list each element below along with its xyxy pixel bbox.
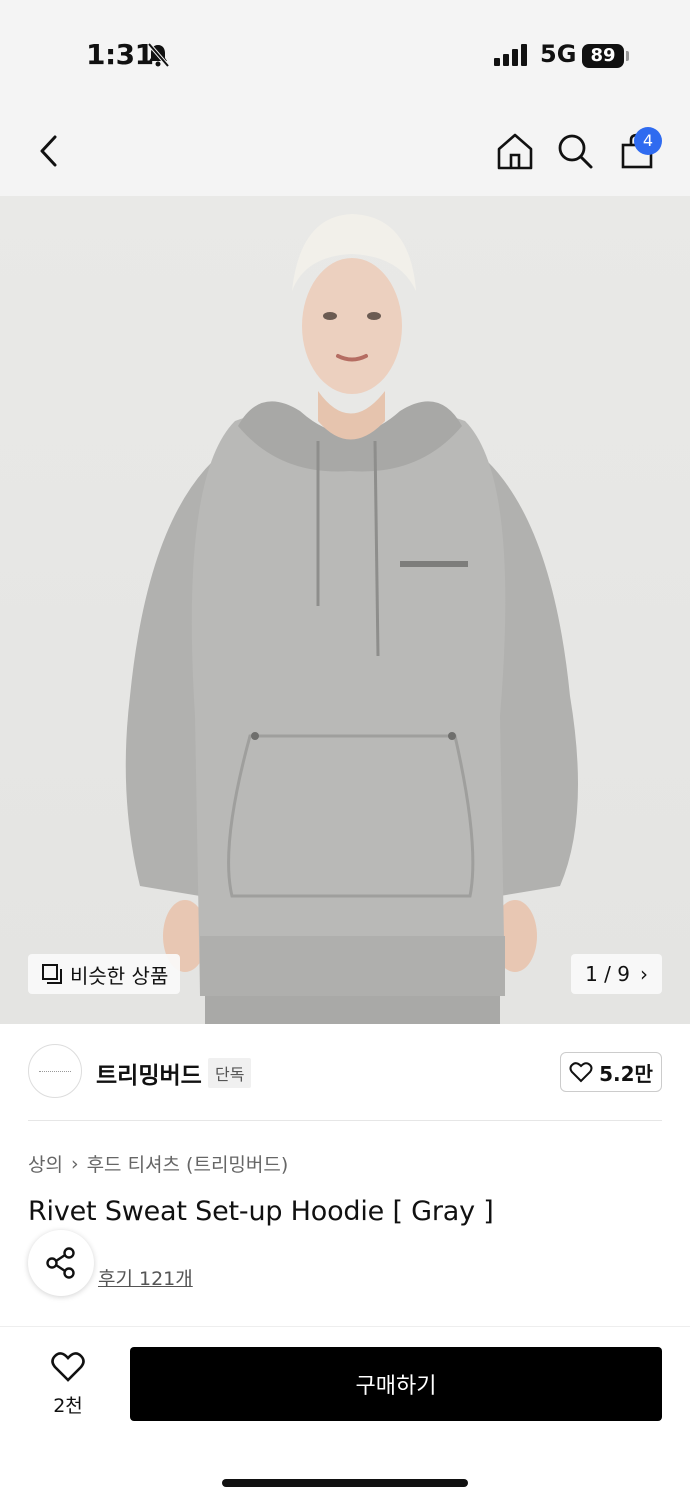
battery-tip <box>626 51 629 61</box>
search-icon <box>558 134 593 169</box>
image-counter[interactable]: 1 / 9 › <box>571 954 662 994</box>
brand-like-count: 5.2만 <box>599 1061 653 1086</box>
divider <box>28 1120 662 1121</box>
search-button[interactable] <box>552 128 598 174</box>
battery-indicator: 89 <box>582 44 624 68</box>
status-bar: 1:31 5G 89 <box>0 0 690 110</box>
share-button[interactable] <box>28 1230 94 1296</box>
exclusive-badge: 단독 <box>208 1058 252 1088</box>
similar-items-icon <box>42 964 62 984</box>
back-button[interactable] <box>26 128 72 174</box>
chevron-left-icon <box>40 135 57 167</box>
bottom-purchase-bar: 2천 구매하기 <box>0 1326 690 1500</box>
network-type: 5G <box>540 40 577 68</box>
product-title: Rivet Sweat Set-up Hoodie [ Gray ] <box>28 1196 494 1227</box>
chevron-right-icon: › <box>70 1152 79 1175</box>
wishlist-count: 2천 <box>53 1395 83 1417</box>
similar-products-label: 비슷한 상품 <box>70 963 169 988</box>
product-image-gallery[interactable]: 비슷한 상품 1 / 9 › <box>0 196 690 1024</box>
wishlist-button[interactable]: 2천 <box>36 1351 100 1418</box>
breadcrumb: 상의 › 후드 티셔츠 (트리밍버드) <box>28 1150 288 1177</box>
signal-icon <box>494 44 527 66</box>
home-icon <box>497 133 533 170</box>
image-counter-text: 1 / 9 <box>585 962 630 986</box>
brand-like-button[interactable]: 5.2만 <box>560 1052 662 1092</box>
share-icon <box>46 1247 75 1279</box>
similar-products-button[interactable]: 비슷한 상품 <box>28 954 181 994</box>
product-photo <box>125 214 578 1024</box>
status-time: 1:31 <box>86 38 154 71</box>
top-nav: 4 <box>0 110 690 196</box>
buy-button[interactable]: 구매하기 <box>130 1347 662 1421</box>
cart-count-badge: 4 <box>634 127 662 155</box>
brand-name[interactable]: 트리밍버드 <box>96 1056 202 1090</box>
brand-row: 트리밍버드 단독 5.2만 <box>0 1040 690 1104</box>
review-link[interactable]: 후기 121개 <box>98 1264 193 1291</box>
breadcrumb-subcategory[interactable]: 후드 티셔츠 (트리밍버드) <box>87 1150 289 1177</box>
chevron-right-icon: › <box>640 962 648 986</box>
breadcrumb-category[interactable]: 상의 <box>28 1150 63 1177</box>
home-indicator <box>222 1479 468 1487</box>
heart-icon <box>569 1062 593 1083</box>
bell-muted-icon <box>147 42 170 68</box>
brand-logo[interactable] <box>28 1044 82 1098</box>
home-button[interactable] <box>492 128 538 174</box>
heart-icon <box>51 1352 85 1382</box>
